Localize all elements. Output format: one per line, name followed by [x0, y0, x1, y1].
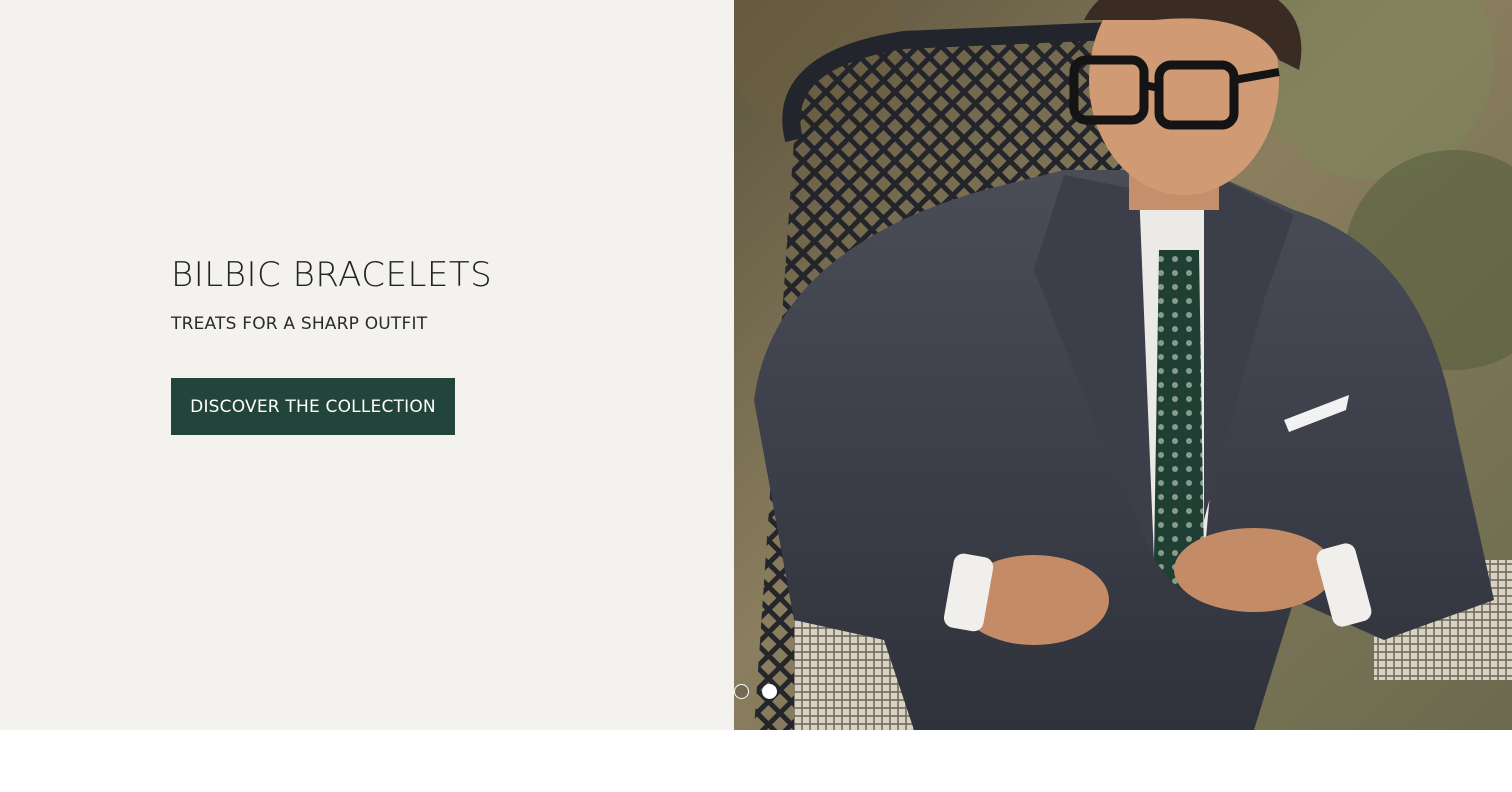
hero-banner: BILBIC BRACELETS TREATS FOR A SHARP OUTF…	[0, 0, 1512, 730]
hero-subtitle: TREATS FOR A SHARP OUTFIT	[171, 314, 428, 334]
discover-collection-button[interactable]: DISCOVER THE COLLECTION	[171, 378, 455, 435]
carousel-dot-2-active[interactable]	[762, 684, 777, 699]
model-photo	[734, 0, 1512, 730]
carousel-dot-1[interactable]	[734, 684, 749, 699]
hero-text-block: BILBIC BRACELETS TREATS FOR A SHARP OUTF…	[171, 254, 492, 334]
page-section-below	[0, 730, 1512, 792]
hero-title: BILBIC BRACELETS	[171, 255, 493, 295]
hero-image	[734, 0, 1512, 730]
carousel-dots	[734, 684, 794, 702]
